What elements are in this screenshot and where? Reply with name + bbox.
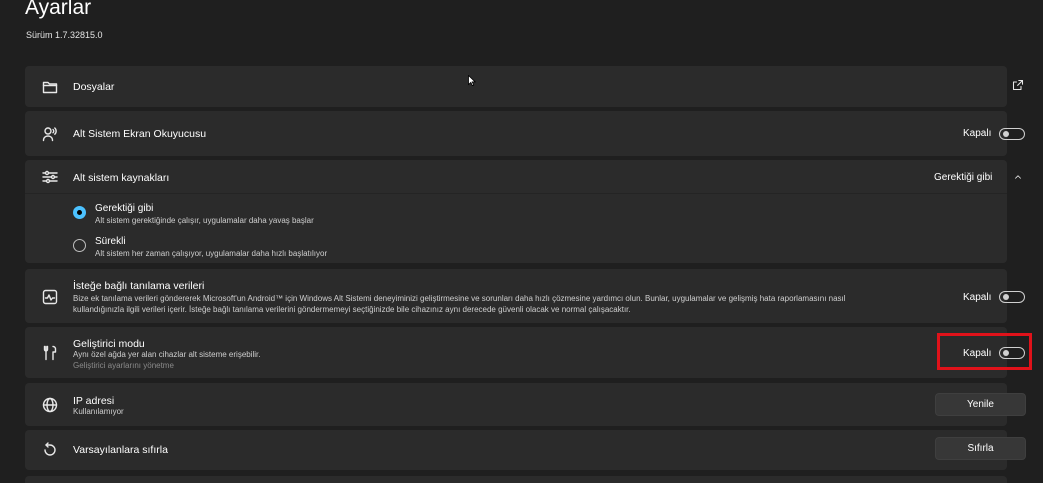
option-as-needed-title: Gerektiği gibi: [95, 203, 154, 214]
diagnostics-row: İsteğe bağlı tanılama verileri Bize ek t…: [25, 269, 1025, 323]
next-row-partial: [25, 476, 1007, 483]
folder-icon: [41, 78, 59, 96]
reset-row: Varsayılanlara sıfırla Sıfırla: [25, 430, 1026, 470]
developer-mode-desc: Aynı özel ağda yer alan cihazlar alt sis…: [73, 350, 261, 359]
diagnostics-label: İsteğe bağlı tanılama verileri: [73, 280, 205, 292]
developer-settings-link[interactable]: Geliştirici ayarlarını yönetme: [73, 361, 174, 370]
diagnostics-toggle[interactable]: [999, 291, 1025, 303]
ip-address-label: IP adresi: [73, 395, 115, 407]
refresh-button[interactable]: Yenile: [935, 393, 1026, 416]
radio-continuous[interactable]: [73, 239, 86, 252]
developer-mode-row: Geliştirici modu Aynı özel ağda yer alan…: [25, 327, 1025, 378]
activity-icon: [41, 288, 59, 306]
diagnostics-state: Kapalı: [963, 292, 992, 303]
screen-reader-state: Kapalı: [963, 128, 992, 139]
screen-reader-label: Alt Sistem Ekran Okuyucusu: [73, 128, 207, 140]
files-label: Dosyalar: [73, 81, 115, 93]
person-voice-icon: [41, 125, 59, 143]
external-link-icon[interactable]: [1011, 78, 1025, 92]
tools-icon: [41, 344, 59, 362]
screen-reader-row: Alt Sistem Ekran Okuyucusu Kapalı: [25, 111, 1025, 156]
version-label: Sürüm 1.7.32815.0: [26, 30, 103, 40]
ip-address-row: IP adresi Kullanılamıyor Yenile: [25, 383, 1026, 426]
option-as-needed-desc: Alt sistem gerektiğinde çalışır, uygulam…: [95, 216, 314, 225]
page-title: Ayarlar: [25, 0, 92, 19]
developer-mode-label: Geliştirici modu: [73, 338, 145, 350]
chevron-up-icon[interactable]: [1011, 168, 1025, 186]
resources-row[interactable]: Alt sistem kaynakları Gerektiği gibi Ger…: [25, 160, 1021, 263]
reset-label: Varsayılanlara sıfırla: [73, 444, 168, 456]
toggle-knob: [1003, 131, 1009, 137]
diagnostics-desc-line1: Bize ek tanılama verileri göndererek Mic…: [73, 294, 846, 303]
resources-selected-value: Gerektiği gibi: [934, 172, 993, 183]
ip-address-value: Kullanılamıyor: [73, 407, 124, 416]
highlight-box: [937, 333, 1032, 370]
diagnostics-desc-line2: kullandığınızla ilgili verileri içerir. …: [73, 305, 631, 314]
radio-as-needed[interactable]: [73, 206, 86, 219]
globe-icon: [41, 396, 59, 414]
sliders-icon: [41, 168, 59, 186]
option-continuous-desc: Alt sistem her zaman çalışıyor, uygulama…: [95, 249, 328, 258]
reset-icon: [41, 441, 59, 459]
files-row[interactable]: Dosyalar: [25, 66, 1024, 107]
option-continuous-title: Sürekli: [95, 236, 126, 247]
resources-label: Alt sistem kaynakları: [73, 172, 170, 184]
screen-reader-toggle[interactable]: [999, 128, 1025, 140]
toggle-knob: [1003, 294, 1009, 300]
reset-button[interactable]: Sıfırla: [935, 437, 1026, 460]
